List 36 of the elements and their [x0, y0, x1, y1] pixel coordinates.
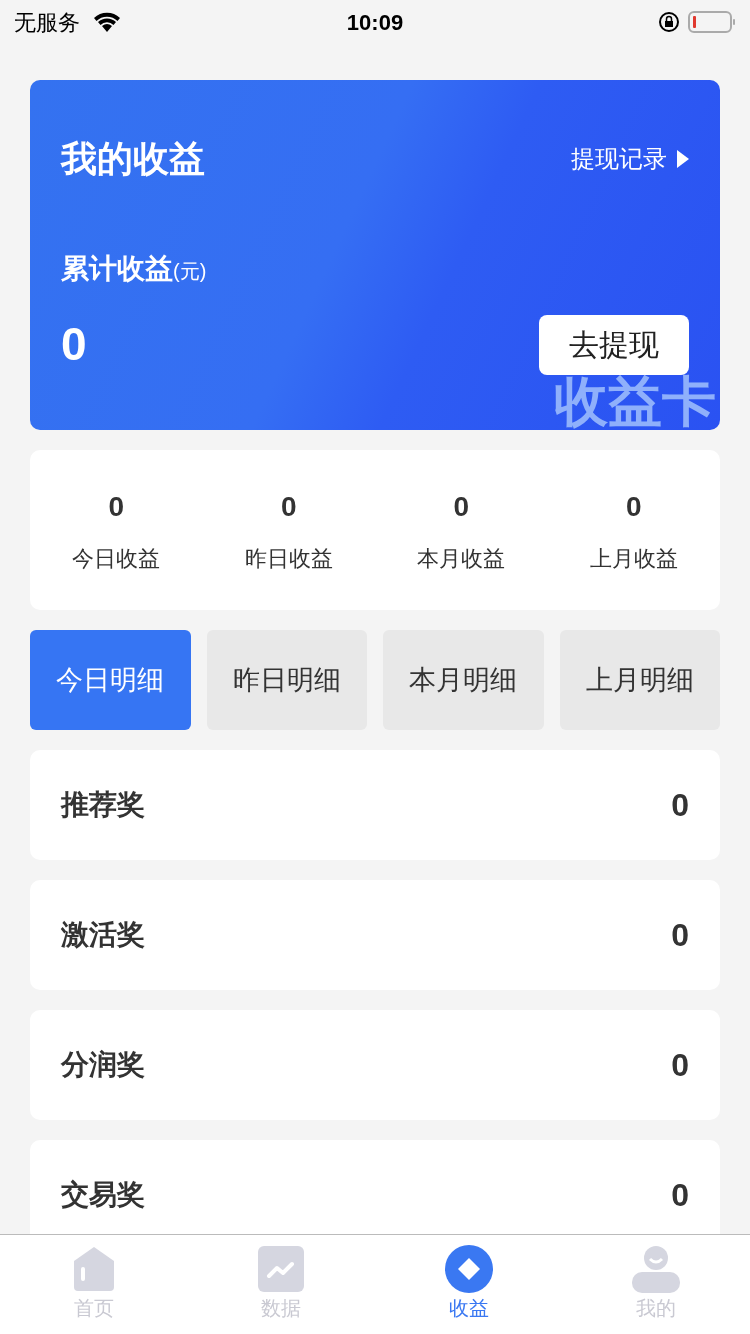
reward-value: 0: [671, 916, 689, 955]
detail-tab[interactable]: 今日明细: [30, 630, 191, 730]
unit-label: (元): [173, 260, 207, 284]
person-icon: [632, 1245, 681, 1293]
battery-icon: [688, 10, 736, 34]
clock-text: 10:09: [346, 8, 404, 37]
summary-label: 本月收益: [417, 544, 506, 573]
chart-icon: [257, 1245, 306, 1293]
reward-name: 推荐奖: [61, 788, 145, 822]
reward-name: 激活奖: [61, 918, 145, 952]
rotation-lock-icon: [658, 11, 680, 33]
summary-value: 0: [280, 489, 297, 524]
summary-value: 0: [453, 489, 470, 524]
reward-name: 交易奖: [61, 1178, 145, 1212]
withdraw-button[interactable]: 去提现: [539, 314, 689, 375]
wifi-icon: [92, 11, 122, 33]
detail-tab[interactable]: 昨日明细: [206, 630, 367, 730]
total-amount: 0: [61, 317, 87, 372]
total-label: 累计收益: [61, 252, 173, 286]
reward-value: 0: [671, 786, 689, 825]
detail-tab[interactable]: 上月明细: [559, 630, 720, 730]
summary-label: 昨日收益: [244, 544, 333, 573]
summary-value: 0: [108, 489, 125, 524]
tab-bar-item[interactable]: 收益: [375, 1235, 563, 1334]
carrier-text: 无服务: [14, 8, 80, 37]
summary-label: 今日收益: [72, 544, 161, 573]
withdraw-history-link[interactable]: 提现记录: [571, 141, 689, 177]
reward-name: 分润奖: [61, 1048, 145, 1082]
summary-label: 上月收益: [589, 544, 678, 573]
reward-value: 0: [671, 1176, 689, 1215]
caret-icon: [677, 150, 689, 168]
reward-value: 0: [671, 1046, 689, 1085]
detail-tab[interactable]: 本月明细: [383, 630, 544, 730]
card-title: 我的收益: [61, 137, 205, 181]
summary-value: 0: [625, 489, 642, 524]
card-decoration-text: 收益卡: [554, 374, 716, 428]
